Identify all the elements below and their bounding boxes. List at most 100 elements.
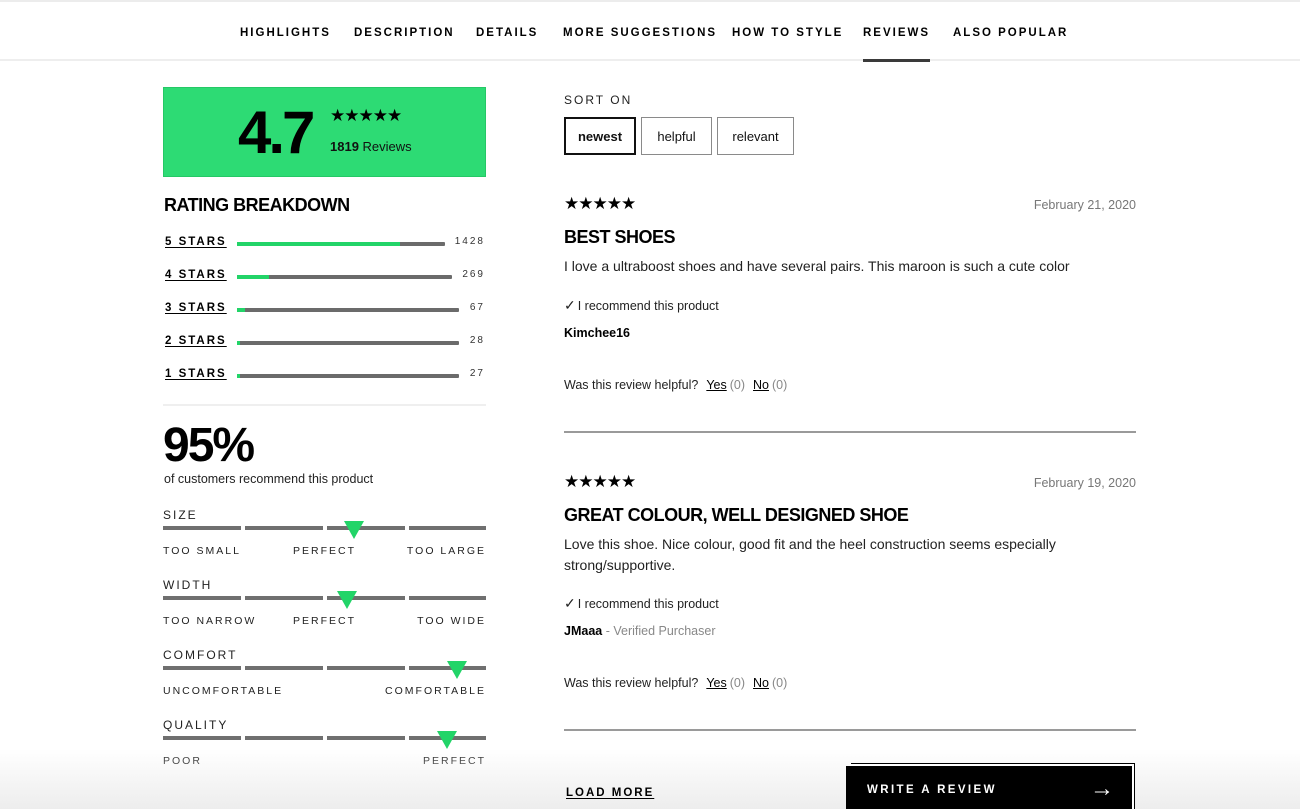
sort-newest-button[interactable]: newest [564, 117, 636, 155]
reviewer-username: Kimchee16 [564, 326, 631, 340]
review-date: February 21, 2020 [1033, 198, 1136, 212]
fit-title: SIZE [163, 508, 198, 522]
fit-segment [327, 526, 405, 530]
rating-filter-link[interactable]: 5 STARS [165, 236, 227, 248]
fit-label: TOO NARROW [163, 615, 257, 627]
rating-count: 27 [469, 368, 485, 379]
arrow-right-icon: → [1090, 775, 1114, 802]
fit-segment [163, 596, 241, 600]
fit-segment [409, 596, 486, 600]
fit-label: PERFECT [292, 615, 357, 627]
load-more-link[interactable]: LOAD MORE [566, 787, 654, 799]
fit-title: COMFORT [163, 648, 238, 662]
write-review-label: WRITE A REVIEW [867, 784, 997, 796]
divider [163, 404, 486, 406]
rating-breakdown-title: RATING BREAKDOWN [164, 195, 350, 215]
fit-scale-width: WIDTH TOO NARROW PERFECT TOO WIDE [163, 578, 486, 638]
nav-tab-highlights[interactable]: HIGHLIGHTS [240, 27, 331, 39]
rating-bar-fill [237, 308, 245, 312]
rating-bar-track [237, 275, 452, 279]
fit-label: POOR [163, 755, 202, 767]
review-divider [564, 729, 1136, 731]
rating-count: 28 [469, 335, 485, 346]
rating-filter-link[interactable]: 3 STARS [165, 302, 227, 314]
fit-segment [245, 666, 323, 670]
rating-row: 4 STARS 269 [165, 269, 487, 285]
fit-segment [163, 526, 241, 530]
reviewer-name: Kimchee16 [564, 326, 630, 340]
sort-helpful-button[interactable]: helpful [641, 117, 712, 155]
star-rating-icon: ★★★★★ [564, 472, 636, 491]
helpful-prompt: Was this review helpful? Yes (0) No (0) [564, 378, 787, 392]
review-divider [564, 431, 1136, 433]
fit-scale-quality: QUALITY POOR PERFECT [163, 718, 486, 778]
rating-bar-fill [237, 242, 400, 246]
nav-tab-details[interactable]: DETAILS [476, 27, 538, 39]
review-body: I love a ultraboost shoes and have sever… [564, 258, 1070, 274]
rating-bar-fill [237, 374, 240, 378]
fit-scale-size: SIZE TOO SMALL PERFECT TOO LARGE [163, 508, 486, 568]
nav-tab-description[interactable]: DESCRIPTION [354, 27, 455, 39]
fit-segment [163, 736, 241, 740]
sort-relevant-button[interactable]: relevant [717, 117, 794, 155]
recommend-text: of customers recommend this product [164, 472, 374, 486]
helpful-yes-link[interactable]: Yes [706, 676, 726, 690]
rating-row: 2 STARS 28 [165, 335, 487, 351]
helpful-no-link[interactable]: No [753, 676, 769, 690]
yes-count: (0) [729, 676, 746, 690]
helpful-question: Was this review helpful? [564, 378, 699, 392]
nav-tab-more-suggestions[interactable]: MORE SUGGESTIONS [563, 27, 717, 39]
rating-bar-track [237, 308, 459, 312]
yes-count: (0) [729, 378, 746, 392]
recommend-badge: ✓ I recommend this product [564, 297, 719, 314]
rating-filter-link[interactable]: 2 STARS [165, 335, 227, 347]
rating-row: 3 STARS 67 [165, 302, 487, 318]
review-body: Love this shoe. Nice colour, good fit an… [564, 536, 1056, 573]
rating-row: 1 STARS 27 [165, 368, 487, 384]
helpful-question: Was this review helpful? [564, 676, 699, 690]
review-date: February 19, 2020 [1033, 476, 1136, 490]
rating-row: 5 STARS 1428 [165, 236, 487, 252]
fit-label: PERFECT [292, 545, 357, 557]
helpful-no-link[interactable]: No [753, 378, 769, 392]
sort-title: SORT ON [564, 93, 633, 107]
rating-bar-track [237, 341, 459, 345]
fit-label: UNCOMFORTABLE [163, 685, 284, 697]
fit-scale-comfort: COMFORT UNCOMFORTABLE COMFORTABLE [163, 648, 486, 708]
nav-tab-reviews[interactable]: REVIEWS [863, 27, 931, 62]
star-rating-icon: ★★★★★ [564, 194, 636, 213]
fit-title: WIDTH [163, 578, 213, 592]
fit-segment [327, 666, 405, 670]
rating-filter-link[interactable]: 1 STARS [165, 368, 227, 380]
write-review-button[interactable]: WRITE A REVIEW → [846, 766, 1132, 809]
section-nav: HIGHLIGHTS DESCRIPTION DETAILS MORE SUGG… [0, 0, 1300, 62]
average-rating: 4.7 [238, 99, 315, 166]
helpful-prompt: Was this review helpful? Yes (0) No (0) [564, 676, 787, 690]
fit-segment [163, 666, 241, 670]
rating-summary: 4.7 ★★★★★ 1819 Reviews [163, 87, 486, 177]
rating-bar-track [237, 374, 459, 378]
fit-marker-icon [437, 731, 457, 749]
rating-count: 269 [462, 269, 485, 280]
helpful-yes-link[interactable]: Yes [706, 378, 726, 392]
recommend-badge: ✓ I recommend this product [564, 595, 719, 612]
checkmark-icon: ✓ [564, 297, 576, 313]
fit-title: QUALITY [163, 718, 229, 732]
rating-filter-link[interactable]: 4 STARS [165, 269, 227, 281]
fit-label: TOO WIDE [417, 615, 486, 627]
reviewer-username: JMaaa [564, 624, 603, 638]
fit-label: TOO SMALL [163, 545, 241, 557]
fit-segment [245, 526, 323, 530]
review-title: BEST SHOES [564, 227, 676, 247]
rating-count: 67 [469, 302, 485, 313]
checkmark-icon: ✓ [564, 595, 576, 611]
star-rating-icon: ★★★★★ [330, 106, 402, 125]
nav-tab-also-popular[interactable]: ALSO POPULAR [953, 27, 1068, 39]
rating-bar-fill [237, 341, 240, 345]
recommend-text: I recommend this product [577, 597, 719, 611]
recommend-text: I recommend this product [577, 299, 719, 313]
fit-segment [245, 596, 323, 600]
nav-tab-how-to-style[interactable]: HOW TO STYLE [732, 27, 843, 39]
fit-label: TOO LARGE [406, 545, 486, 557]
recommend-percent: 95% [163, 419, 255, 472]
